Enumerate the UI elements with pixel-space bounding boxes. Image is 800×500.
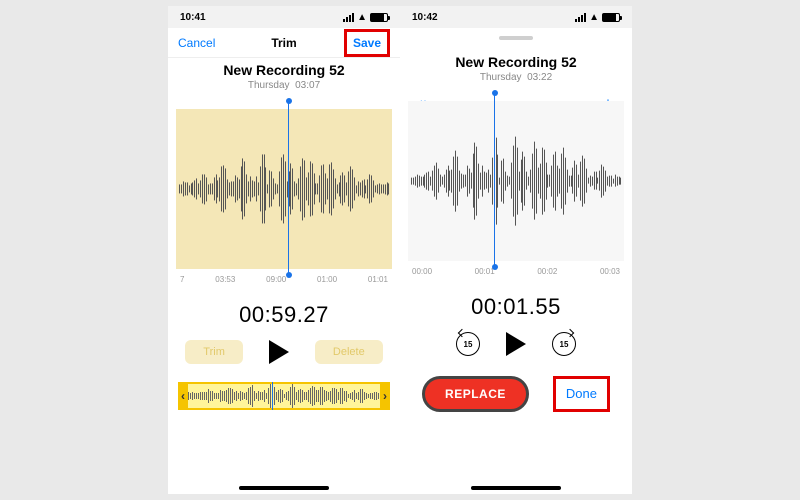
playback-controls: Trim Delete <box>168 340 400 364</box>
trim-handle-right[interactable]: › <box>380 384 390 408</box>
status-bar: 10:42 ▲ <box>400 6 632 28</box>
trim-button[interactable]: Trim <box>185 340 243 364</box>
waveform <box>176 154 392 223</box>
playback-controls: 15 15 <box>400 332 632 356</box>
done-button[interactable]: Done <box>566 386 597 401</box>
time-axis: 00:0000:0100:0200:03 <box>412 267 620 276</box>
waveform <box>408 137 624 226</box>
trim-scrubber[interactable]: ‹ › <box>178 382 390 410</box>
mini-playhead[interactable] <box>272 382 274 410</box>
time-axis: 703:5309:0001:0001:01 <box>180 275 388 284</box>
phone-right-replace-view: 10:42 ▲ New Recording 52 Thursday 03:22 <box>400 6 632 494</box>
recording-subtitle: Thursday 03:07 <box>168 80 400 91</box>
home-indicator[interactable] <box>471 486 561 490</box>
wifi-icon: ▲ <box>357 12 367 23</box>
recording-title: New Recording 52 <box>168 62 400 78</box>
delete-button[interactable]: Delete <box>315 340 383 364</box>
playhead[interactable] <box>288 101 289 275</box>
current-time: 00:01.55 <box>400 294 632 320</box>
play-button[interactable] <box>269 340 289 364</box>
mini-waveform <box>180 387 388 405</box>
cancel-button[interactable]: Cancel <box>178 36 228 50</box>
navigation-bar: Cancel Trim Save <box>168 28 400 58</box>
recording-header: New Recording 52 Thursday 03:07 <box>168 62 400 91</box>
replace-button[interactable]: REPLACE <box>422 376 529 412</box>
skip-forward-button[interactable]: 15 <box>552 332 576 356</box>
recording-header: New Recording 52 Thursday 03:22 <box>400 54 632 83</box>
signal-icon <box>343 13 354 22</box>
trim-handle-left[interactable]: ‹ <box>178 384 188 408</box>
battery-icon <box>370 13 388 22</box>
clock: 10:42 <box>412 12 438 23</box>
current-time: 00:59.27 <box>168 302 400 328</box>
playhead[interactable] <box>494 93 495 267</box>
nav-title: Trim <box>271 36 296 50</box>
save-button[interactable]: Save <box>344 29 390 57</box>
done-button-highlight: Done <box>553 376 610 412</box>
recording-title: New Recording 52 <box>400 54 632 70</box>
signal-icon <box>575 13 586 22</box>
save-button-highlight[interactable]: Save <box>340 29 390 57</box>
bottom-actions: REPLACE Done <box>400 376 632 412</box>
home-indicator[interactable] <box>239 486 329 490</box>
recording-subtitle: Thursday 03:22 <box>400 72 632 83</box>
phone-left-trim-view: 10:41 ▲ Cancel Trim Save New Recording 5… <box>168 6 400 494</box>
battery-icon <box>602 13 620 22</box>
waveform-area[interactable] <box>176 109 392 269</box>
status-icons: ▲ <box>575 12 620 23</box>
status-bar: 10:41 ▲ <box>168 6 400 28</box>
play-button[interactable] <box>506 332 526 356</box>
clock: 10:41 <box>180 12 206 23</box>
screenshot-pair: 10:41 ▲ Cancel Trim Save New Recording 5… <box>168 6 632 494</box>
wifi-icon: ▲ <box>589 12 599 23</box>
waveform-area[interactable] <box>408 101 624 261</box>
status-icons: ▲ <box>343 12 388 23</box>
sheet-grabber[interactable] <box>400 28 632 48</box>
skip-back-button[interactable]: 15 <box>456 332 480 356</box>
